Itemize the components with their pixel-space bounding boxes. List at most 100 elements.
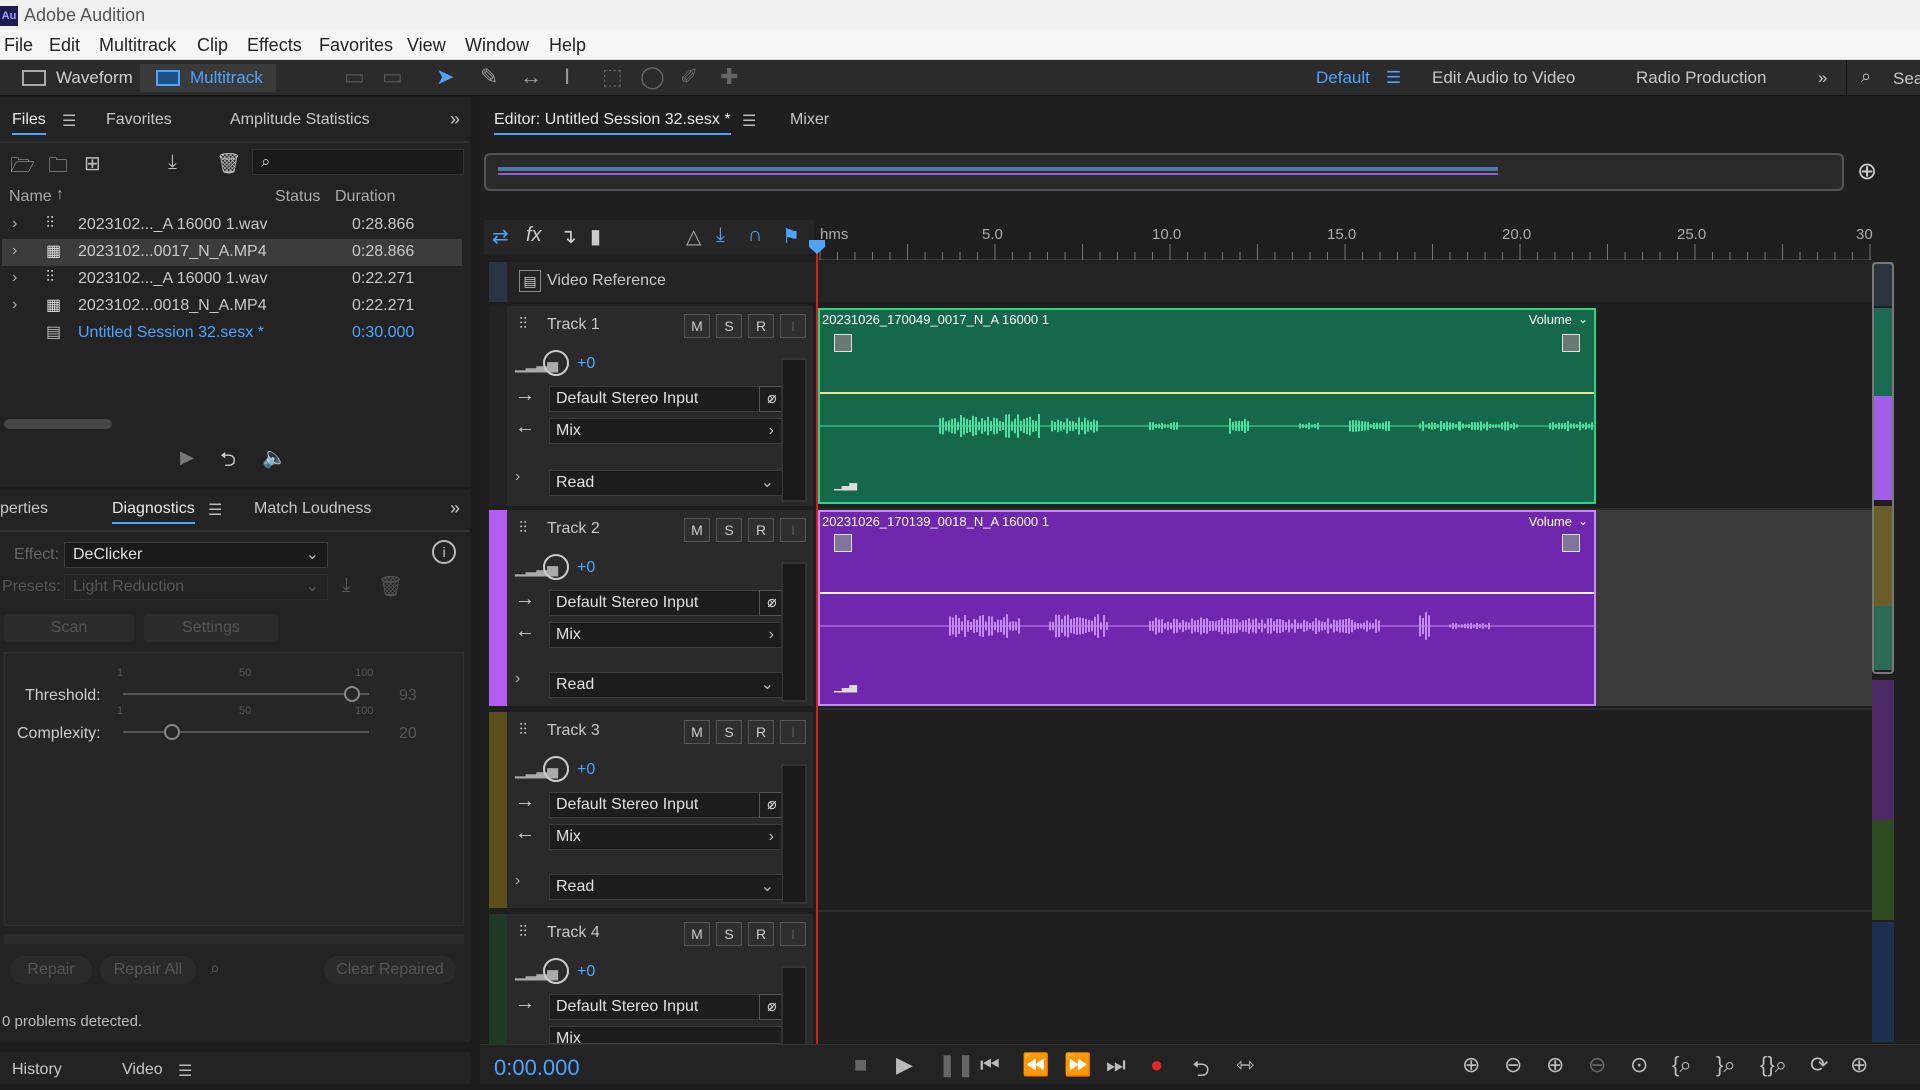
- clear-repaired-button[interactable]: Clear Repaired: [324, 956, 456, 984]
- play-preview-icon[interactable]: ▶: [180, 447, 194, 468]
- expand-automation-icon[interactable]: ›: [515, 872, 520, 890]
- threshold-value[interactable]: 93: [399, 687, 417, 705]
- brush-tool-icon[interactable]: ✐: [680, 64, 698, 90]
- mute-button[interactable]: M: [684, 720, 710, 744]
- effects-rack-icon[interactable]: fx: [526, 224, 542, 247]
- threshold-slider-track[interactable]: [123, 693, 369, 695]
- razor-tool-icon[interactable]: ✎: [480, 64, 498, 90]
- chevron-down-icon[interactable]: ⌄: [1578, 514, 1588, 528]
- video-panel-menu-icon[interactable]: ☰: [178, 1061, 192, 1081]
- zoom-out-time-icon[interactable]: ⊖: [1588, 1052, 1606, 1078]
- save-preset-icon[interactable]: ⤓: [342, 574, 351, 597]
- solo-button[interactable]: S: [716, 720, 742, 744]
- tab-history[interactable]: History: [12, 1061, 62, 1079]
- tab-files[interactable]: Files: [12, 111, 46, 135]
- repair-all-button[interactable]: Repair All: [100, 956, 196, 984]
- track-name[interactable]: Track 4: [547, 924, 600, 942]
- zoom-out-point-icon[interactable]: }⌕: [1716, 1052, 1736, 1078]
- stop-icon[interactable]: ■: [854, 1052, 867, 1078]
- skip-selected-icon[interactable]: ⇿: [1236, 1052, 1254, 1078]
- pitch-display-icon[interactable]: ▭: [382, 64, 403, 90]
- fade-out-handle-icon[interactable]: [1562, 534, 1580, 552]
- mute-button[interactable]: M: [684, 922, 710, 946]
- skip-to-end-icon[interactable]: ⏭: [1106, 1052, 1126, 1078]
- zoom-out-full-icon[interactable]: ⊙: [1630, 1052, 1648, 1078]
- zoom-in-point-icon[interactable]: {⌕: [1672, 1052, 1692, 1078]
- output-select[interactable]: Mix ›: [549, 824, 783, 850]
- volume-knob[interactable]: [543, 756, 569, 782]
- mute-button[interactable]: M: [684, 314, 710, 338]
- monitor-input-button[interactable]: I: [780, 314, 806, 338]
- file-row[interactable]: › ⫶⫶ 2023102..._A 16000 1.wav 0:28.866: [2, 212, 462, 239]
- waveform-mode-button[interactable]: Waveform: [6, 64, 138, 92]
- playhead-line[interactable]: [816, 244, 818, 1044]
- menu-help[interactable]: Help: [549, 35, 586, 56]
- vertical-scrollbar-thumb[interactable]: [1872, 262, 1894, 674]
- volume-value[interactable]: +0: [577, 355, 595, 373]
- output-select[interactable]: Mix ›: [549, 418, 783, 444]
- file-row[interactable]: › ▦ 2023102...0018_N_A.MP4 0:22.271: [2, 293, 462, 320]
- tab-properties[interactable]: perties: [0, 500, 48, 518]
- record-arm-button[interactable]: R: [748, 518, 774, 542]
- fast-forward-icon[interactable]: ⏩: [1064, 1052, 1091, 1078]
- rewind-icon[interactable]: ⏪: [1022, 1052, 1049, 1078]
- marquee-tool-icon[interactable]: ⬚: [602, 64, 623, 90]
- automation-mode-select[interactable]: Read ⌄: [549, 874, 783, 900]
- tab-diagnostics[interactable]: Diagnostics: [112, 500, 195, 524]
- solo-button[interactable]: S: [716, 518, 742, 542]
- play-icon[interactable]: ▶: [896, 1052, 913, 1078]
- skip-to-start-icon[interactable]: ⏮: [980, 1052, 1000, 1078]
- tab-editor[interactable]: Editor: Untitled Session 32.sesx *: [494, 111, 731, 135]
- tab-match-loudness[interactable]: Match Loudness: [254, 500, 371, 518]
- loop-preview-icon[interactable]: ⮌: [220, 445, 236, 479]
- presets-select[interactable]: Light Reduction ⌄: [64, 574, 328, 600]
- volume-knob[interactable]: [543, 350, 569, 376]
- volume-envelope-line[interactable]: [820, 392, 1594, 394]
- tab-amplitude-statistics[interactable]: Amplitude Statistics: [230, 111, 370, 129]
- settings-button[interactable]: Settings: [144, 614, 278, 642]
- snap-clip-icon[interactable]: ⤓: [716, 224, 725, 247]
- open-file-icon[interactable]: 🗁: [10, 151, 35, 185]
- more-workspaces-icon[interactable]: »: [1818, 68, 1827, 88]
- tab-favorites[interactable]: Favorites: [106, 111, 172, 129]
- file-row[interactable]: › ▦ 2023102...0017_N_A.MP4 0:28.866: [2, 239, 462, 266]
- threshold-slider-handle[interactable]: [343, 686, 360, 702]
- delete-preset-icon[interactable]: 🗑: [378, 574, 403, 599]
- snapping-magnet-icon[interactable]: ∩: [748, 224, 762, 247]
- delete-file-icon[interactable]: 🗑: [216, 151, 241, 176]
- editor-panel-menu-icon[interactable]: ☰: [742, 111, 756, 131]
- zoom-search-icon[interactable]: ⌕: [210, 958, 220, 979]
- track-name[interactable]: Track 3: [547, 722, 600, 740]
- time-display[interactable]: 0:00.000: [494, 1055, 580, 1081]
- metronome-icon[interactable]: △: [686, 224, 701, 249]
- tab-mixer[interactable]: Mixer: [790, 111, 829, 129]
- inputs-outputs-icon[interactable]: ⇄: [492, 224, 509, 249]
- column-duration[interactable]: Duration: [335, 188, 395, 206]
- automation-mode-select[interactable]: Read ⌄: [549, 470, 783, 496]
- volume-value[interactable]: +0: [577, 963, 595, 981]
- input-select[interactable]: Default Stereo Input ›: [549, 994, 783, 1020]
- complexity-slider-track[interactable]: [123, 731, 369, 733]
- lasso-tool-icon[interactable]: ◯: [640, 64, 665, 90]
- repair-button[interactable]: Repair: [10, 956, 92, 984]
- complexity-value[interactable]: 20: [399, 725, 417, 743]
- audio-clip-1[interactable]: 20231026_170049_0017_N_A 16000 1 Volume …: [818, 308, 1596, 504]
- column-name[interactable]: Name: [9, 188, 52, 206]
- file-row[interactable]: ▤ Untitled Session 32.sesx * 0:30.000: [2, 320, 462, 347]
- expand-icon[interactable]: ›: [12, 296, 17, 314]
- input-select[interactable]: Default Stereo Input ›: [549, 386, 783, 412]
- loop-playback-icon[interactable]: ⮌: [1192, 1052, 1210, 1090]
- volume-envelope-line[interactable]: [820, 592, 1594, 594]
- workspace-edit-audio-to-video[interactable]: Edit Audio to Video: [1432, 68, 1575, 88]
- workspace-default[interactable]: Default: [1316, 68, 1370, 88]
- menu-favorites[interactable]: Favorites: [319, 35, 393, 56]
- insert-into-multitrack-icon[interactable]: ⤓: [168, 151, 177, 174]
- slip-tool-icon[interactable]: ↔: [520, 64, 542, 90]
- menu-edit[interactable]: Edit: [49, 35, 80, 56]
- record-arm-button[interactable]: R: [748, 720, 774, 744]
- track-name[interactable]: Track 1: [547, 316, 600, 334]
- clip-volume-label[interactable]: Volume: [1529, 312, 1572, 327]
- chevron-down-icon[interactable]: ⌄: [1578, 312, 1588, 326]
- mute-button[interactable]: M: [684, 518, 710, 542]
- time-selection-tool-icon[interactable]: I: [564, 64, 570, 90]
